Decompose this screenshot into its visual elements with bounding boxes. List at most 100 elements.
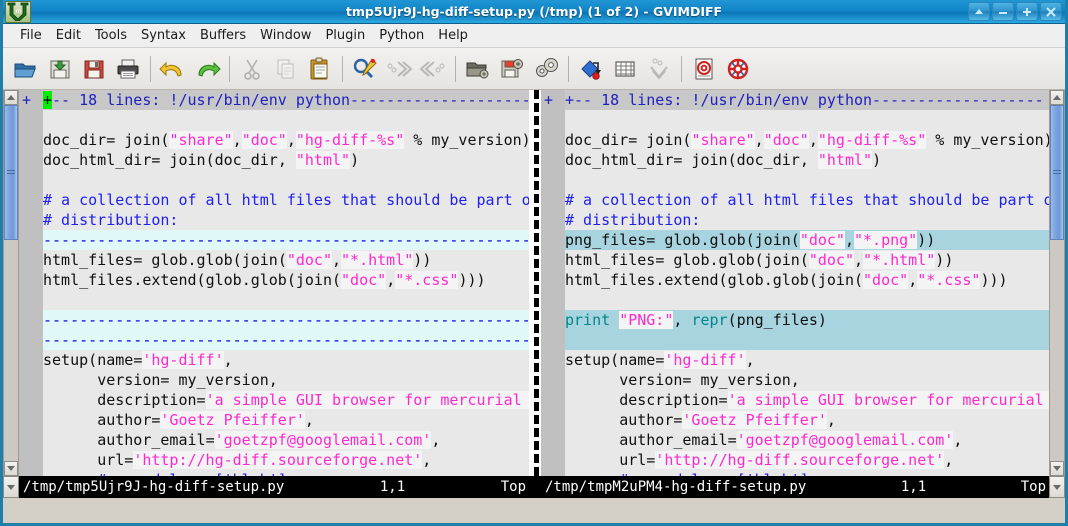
code-line[interactable]: #py_modules= ['blah'], [565,470,1049,476]
fold-marker[interactable] [22,130,43,150]
right-vertical-scrollbar[interactable] [1049,90,1065,476]
fold-marker[interactable] [544,150,565,170]
fold-marker[interactable] [544,270,565,290]
fold-marker[interactable] [22,150,43,170]
code-line[interactable]: html_files= glob.glob(join("doc","*.html… [43,250,529,270]
code-line[interactable] [565,170,1049,190]
code-line[interactable]: # a collection of all html files that sh… [565,190,1049,210]
fold-marker[interactable] [544,230,565,250]
fold-column-left[interactable]: + [19,90,43,476]
menu-edit[interactable]: Edit [49,26,88,45]
code-line[interactable]: # distribution: [565,210,1049,230]
code-line[interactable]: # a collection of all html files that sh… [43,190,529,210]
fold-marker[interactable] [544,390,565,410]
fold-marker[interactable] [22,230,43,250]
menu-tools[interactable]: Tools [88,26,134,45]
fold-marker[interactable] [22,470,43,476]
code-buffer-left[interactable]: +-- 18 lines: !/usr/bin/env python------… [43,90,529,476]
paste-icon[interactable] [303,52,337,86]
make-icon[interactable] [574,52,608,86]
code-line[interactable]: url='http://hg-diff.sourceforge.net', [565,450,1049,470]
fold-column-right[interactable]: + [541,90,565,476]
code-line[interactable]: author='Goetz Pfeiffer', [43,410,529,430]
menu-buffers[interactable]: Buffers [193,26,253,45]
scroll-trough-right[interactable] [1050,105,1064,461]
fold-marker[interactable] [22,430,43,450]
fold-marker[interactable] [544,410,565,430]
code-line[interactable]: description='a simple GUI browser for me… [565,390,1049,410]
code-line[interactable]: setup(name='hg-diff', [43,350,529,370]
fold-marker[interactable] [22,250,43,270]
code-line[interactable] [565,290,1049,310]
fold-marker[interactable] [22,210,43,230]
code-line[interactable]: #py_modules= ['blah'], [43,470,529,476]
fold-marker[interactable] [544,350,565,370]
fold-marker[interactable] [544,290,565,310]
code-line[interactable] [565,330,1049,350]
scroll-down-arrow-left-corner[interactable] [3,476,19,498]
code-line[interactable] [43,170,529,190]
fold-marker[interactable] [22,390,43,410]
code-line[interactable]: author_email='goetzpf@googlemail.com', [43,430,529,450]
fold-marker[interactable] [22,450,43,470]
fold-marker[interactable] [544,110,565,130]
fold-marker[interactable] [544,310,565,330]
scroll-trough-left[interactable] [4,105,18,461]
left-vertical-scrollbar[interactable] [3,90,19,476]
build-tags-icon[interactable] [608,52,642,86]
find-help-icon[interactable] [721,52,755,86]
fold-marker[interactable] [22,410,43,430]
maximize-button[interactable] [1016,2,1038,21]
fold-marker[interactable] [22,370,43,390]
fold-marker[interactable] [22,190,43,210]
scroll-thumb-right[interactable] [1050,105,1064,241]
shade-button[interactable] [968,2,990,21]
code-line[interactable]: doc_dir= join("share","doc","hg-diff-%s"… [565,130,1049,150]
fold-marker[interactable] [544,450,565,470]
code-line[interactable]: ----------------------------------------… [43,330,529,350]
fold-marker[interactable] [22,270,43,290]
fold-marker[interactable] [544,250,565,270]
code-line[interactable]: url='http://hg-diff.sourceforge.net', [43,450,529,470]
load-session-icon[interactable] [461,52,495,86]
code-line[interactable]: version= my_version, [43,370,529,390]
menu-plugin[interactable]: Plugin [318,26,372,45]
fold-marker[interactable] [544,370,565,390]
menu-file[interactable]: File [13,26,49,45]
fold-marker[interactable] [22,170,43,190]
fold-marker[interactable]: + [22,90,43,110]
redo-icon[interactable] [190,52,224,86]
code-line[interactable]: print "PNG:", repr(png_files) [565,310,1049,330]
scroll-down-arrow-right[interactable] [1050,461,1064,476]
menu-help[interactable]: Help [431,26,475,45]
close-button[interactable] [1040,2,1062,21]
fold-marker[interactable] [22,110,43,130]
save-icon[interactable] [77,52,111,86]
fold-marker[interactable] [22,330,43,350]
fold-marker[interactable] [22,290,43,310]
code-line[interactable]: author='Goetz Pfeiffer', [565,410,1049,430]
code-line[interactable]: png_files= glob.glob(join("doc","*.png")… [565,230,1049,250]
code-line[interactable]: setup(name='hg-diff', [565,350,1049,370]
code-line[interactable]: html_files.extend(glob.glob(join("doc","… [43,270,529,290]
code-line[interactable]: ----------------------------------------… [43,230,529,250]
menu-window[interactable]: Window [253,26,318,45]
code-buffer-right[interactable]: +-- 18 lines: !/usr/bin/env python------… [565,90,1049,476]
scroll-down-arrow-right-corner[interactable] [1049,476,1065,498]
fold-marker[interactable] [544,330,565,350]
fold-marker[interactable] [544,130,565,150]
menu-python[interactable]: Python [372,26,431,45]
run-script-icon[interactable] [529,52,563,86]
code-line[interactable]: +-- 18 lines: !/usr/bin/env python------… [565,90,1049,110]
code-line[interactable] [565,110,1049,130]
code-line[interactable]: version= my_version, [565,370,1049,390]
diff-pane-left[interactable]: + +-- 18 lines: !/usr/bin/env python----… [19,90,529,476]
code-line[interactable]: # distribution: [43,210,529,230]
print-icon[interactable] [111,52,145,86]
code-line[interactable]: doc_html_dir= join(doc_dir, "html") [565,150,1049,170]
code-line[interactable] [43,110,529,130]
code-line[interactable]: description='a simple GUI browser for me… [43,390,529,410]
code-line[interactable]: html_files.extend(glob.glob(join("doc","… [565,270,1049,290]
fold-marker[interactable]: + [544,90,565,110]
code-line[interactable] [43,290,529,310]
